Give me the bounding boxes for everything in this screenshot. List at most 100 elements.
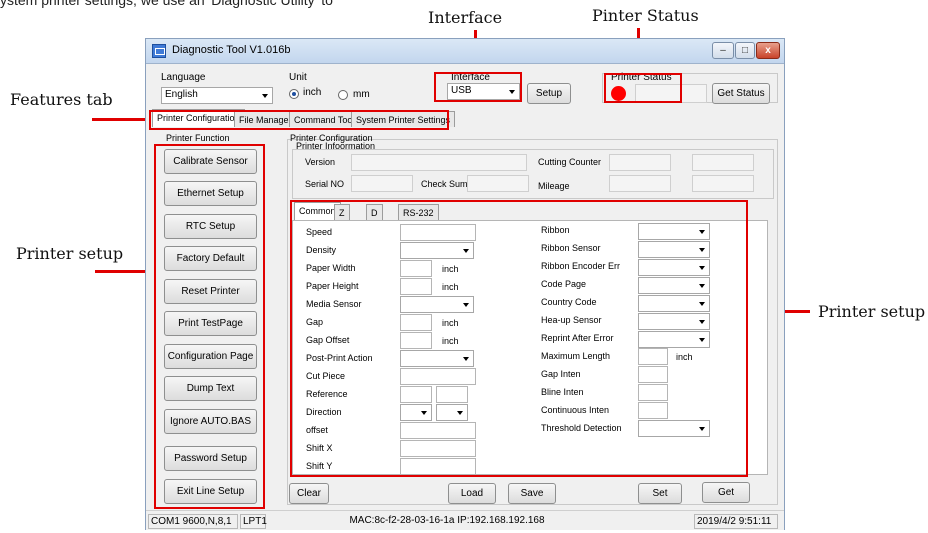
load-button[interactable]: Load [448,483,496,504]
language-label: Language [161,72,206,83]
configuration-page-button[interactable]: Configuration Page [164,344,257,369]
paper-height-field[interactable] [400,278,432,295]
password-setup-button[interactable]: Password Setup [164,446,257,471]
media-sensor-select[interactable] [400,296,474,313]
rtc-setup-button[interactable]: RTC Setup [164,214,257,239]
density-select[interactable] [400,242,474,259]
ribbon-encoder-label: Ribbon Encoder Err [541,261,621,271]
print-testpage-button[interactable]: Print TestPage [164,311,257,336]
set-button[interactable]: Set [638,483,682,504]
country-code-select[interactable] [638,295,710,312]
bline-inten-label: Bline Inten [541,387,584,397]
gap-offset-label: Gap Offset [306,335,350,345]
unit-inch-radio[interactable] [289,89,299,99]
mileage-field [609,175,671,192]
cut-piece-label: Cut Piece [306,371,346,381]
dump-text-button[interactable]: Dump Text [164,376,257,401]
ribbon-label: Ribbon [541,225,570,235]
paper-width-label: Paper Width [306,263,356,273]
language-select[interactable]: English [161,87,273,104]
post-print-action-select[interactable] [400,350,474,367]
reference-y-field[interactable] [436,386,468,403]
tab-printer-configuration[interactable]: Printer Configuration [152,109,245,127]
code-page-select[interactable] [638,277,710,294]
title-bar: Diagnostic Tool V1.016b – □ x [146,39,784,64]
calibrate-sensor-button[interactable]: Calibrate Sensor [164,149,257,174]
post-print-action-label: Post-Print Action [306,353,373,363]
gap-field[interactable] [400,314,432,331]
tab-file-manager[interactable]: File Manager [234,111,297,127]
close-button[interactable]: x [756,42,780,59]
status-lpt-port: LPT1 [240,514,267,529]
gap-inten-field[interactable] [638,366,668,383]
gap-offset-field[interactable] [400,332,432,349]
media-sensor-label: Media Sensor [306,299,362,309]
reference-x-field[interactable] [400,386,432,403]
reference-label: Reference [306,389,348,399]
unit-mm-radio[interactable] [338,90,348,100]
check-sum-label: Check Sum [421,179,468,189]
unit-inch-label: inch [303,87,322,98]
head-up-sensor-select[interactable] [638,313,710,330]
tab-system-printer-settings[interactable]: System Printer Settings [351,111,456,127]
reset-printer-button[interactable]: Reset Printer [164,279,257,304]
tab-rs232[interactable]: RS-232 [398,204,439,220]
app-icon [152,44,166,58]
inner-tab-strip: Common Z D RS-232 [294,202,494,220]
interface-select[interactable]: USB [447,83,520,100]
continuous-inten-field[interactable] [638,402,668,419]
paper-width-field[interactable] [400,260,432,277]
features-tab-strip: Printer Configuration File Manager Comma… [152,109,456,129]
status-text-field [635,84,707,103]
continuous-inten-label: Continuous Inten [541,405,610,415]
unit-mm-label: mm [353,89,370,100]
tab-command-tool[interactable]: Command Tool [289,111,360,127]
ribbon-sensor-select[interactable] [638,241,710,258]
ribbon-select[interactable] [638,223,710,240]
callout-line-features [92,118,148,121]
check-sum-field [467,175,529,192]
gap-inten-label: Gap Inten [541,369,581,379]
status-com-port: COM1 9600,N,8,1 [148,514,238,529]
reprint-after-error-select[interactable] [638,331,710,348]
mileage-label: Mileage [538,181,570,191]
offset-field[interactable] [400,422,476,439]
density-label: Density [306,245,337,255]
cut-piece-field[interactable] [400,368,476,385]
ribbon-encoder-select[interactable] [638,259,710,276]
maximum-length-label: Maximum Length [541,351,611,361]
minimize-button[interactable]: – [712,42,734,59]
shift-x-field[interactable] [400,440,476,457]
exit-line-setup-button[interactable]: Exit Line Setup [164,479,257,504]
clear-button[interactable]: Clear [289,483,329,504]
save-button[interactable]: Save [508,483,556,504]
code-page-label: Code Page [541,279,587,289]
maximize-button[interactable]: □ [735,42,755,59]
cutting-counter-field-2 [692,154,754,171]
direction-select[interactable] [400,404,432,421]
serial-no-field [351,175,413,192]
maximum-length-unit: inch [676,352,693,362]
get-button[interactable]: Get [702,482,750,503]
direction-label: Direction [306,407,342,417]
mirror-select[interactable] [436,404,468,421]
bline-inten-field[interactable] [638,384,668,401]
threshold-detection-select[interactable] [638,420,710,437]
factory-default-button[interactable]: Factory Default [164,246,257,271]
setup-button[interactable]: Setup [527,83,571,104]
gap-offset-unit: inch [442,336,459,346]
shift-y-field[interactable] [400,458,476,475]
paper-width-unit: inch [442,264,459,274]
shift-x-label: Shift X [306,443,333,453]
tab-d[interactable]: D [366,204,383,220]
get-status-button[interactable]: Get Status [712,83,770,104]
tab-z[interactable]: Z [334,204,350,220]
status-indicator-icon [611,86,626,101]
window-title: Diagnostic Tool V1.016b [172,44,291,56]
annotation-features-tab: Features tab [10,90,113,109]
ignore-autobas-button[interactable]: Ignore AUTO.BAS [164,409,257,434]
maximum-length-field[interactable] [638,348,668,365]
speed-field[interactable] [400,224,476,241]
serial-no-label: Serial NO [305,179,345,189]
ethernet-setup-button[interactable]: Ethernet Setup [164,181,257,206]
